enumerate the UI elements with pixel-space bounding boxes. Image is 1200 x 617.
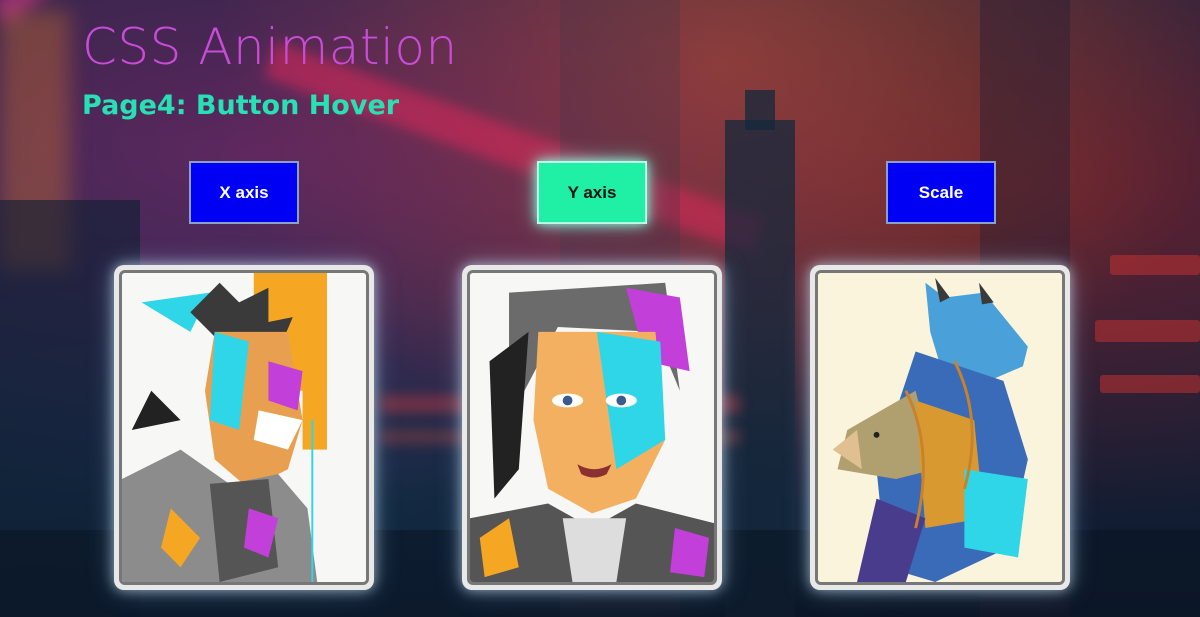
page-subtitle: Page4: Button Hover [82, 90, 400, 121]
x-axis-button[interactable]: X axis [189, 161, 299, 224]
woman-portrait-image [467, 270, 717, 585]
bear-portrait-image [815, 270, 1065, 585]
y-axis-button[interactable]: Y axis [537, 161, 647, 224]
man-portrait-image [119, 270, 369, 585]
page-title: CSS Animation [82, 18, 458, 76]
portrait-card-bear[interactable] [810, 265, 1070, 590]
portrait-card-man[interactable] [114, 265, 374, 590]
portrait-card-woman[interactable] [462, 265, 722, 590]
scale-button[interactable]: Scale [886, 161, 996, 224]
